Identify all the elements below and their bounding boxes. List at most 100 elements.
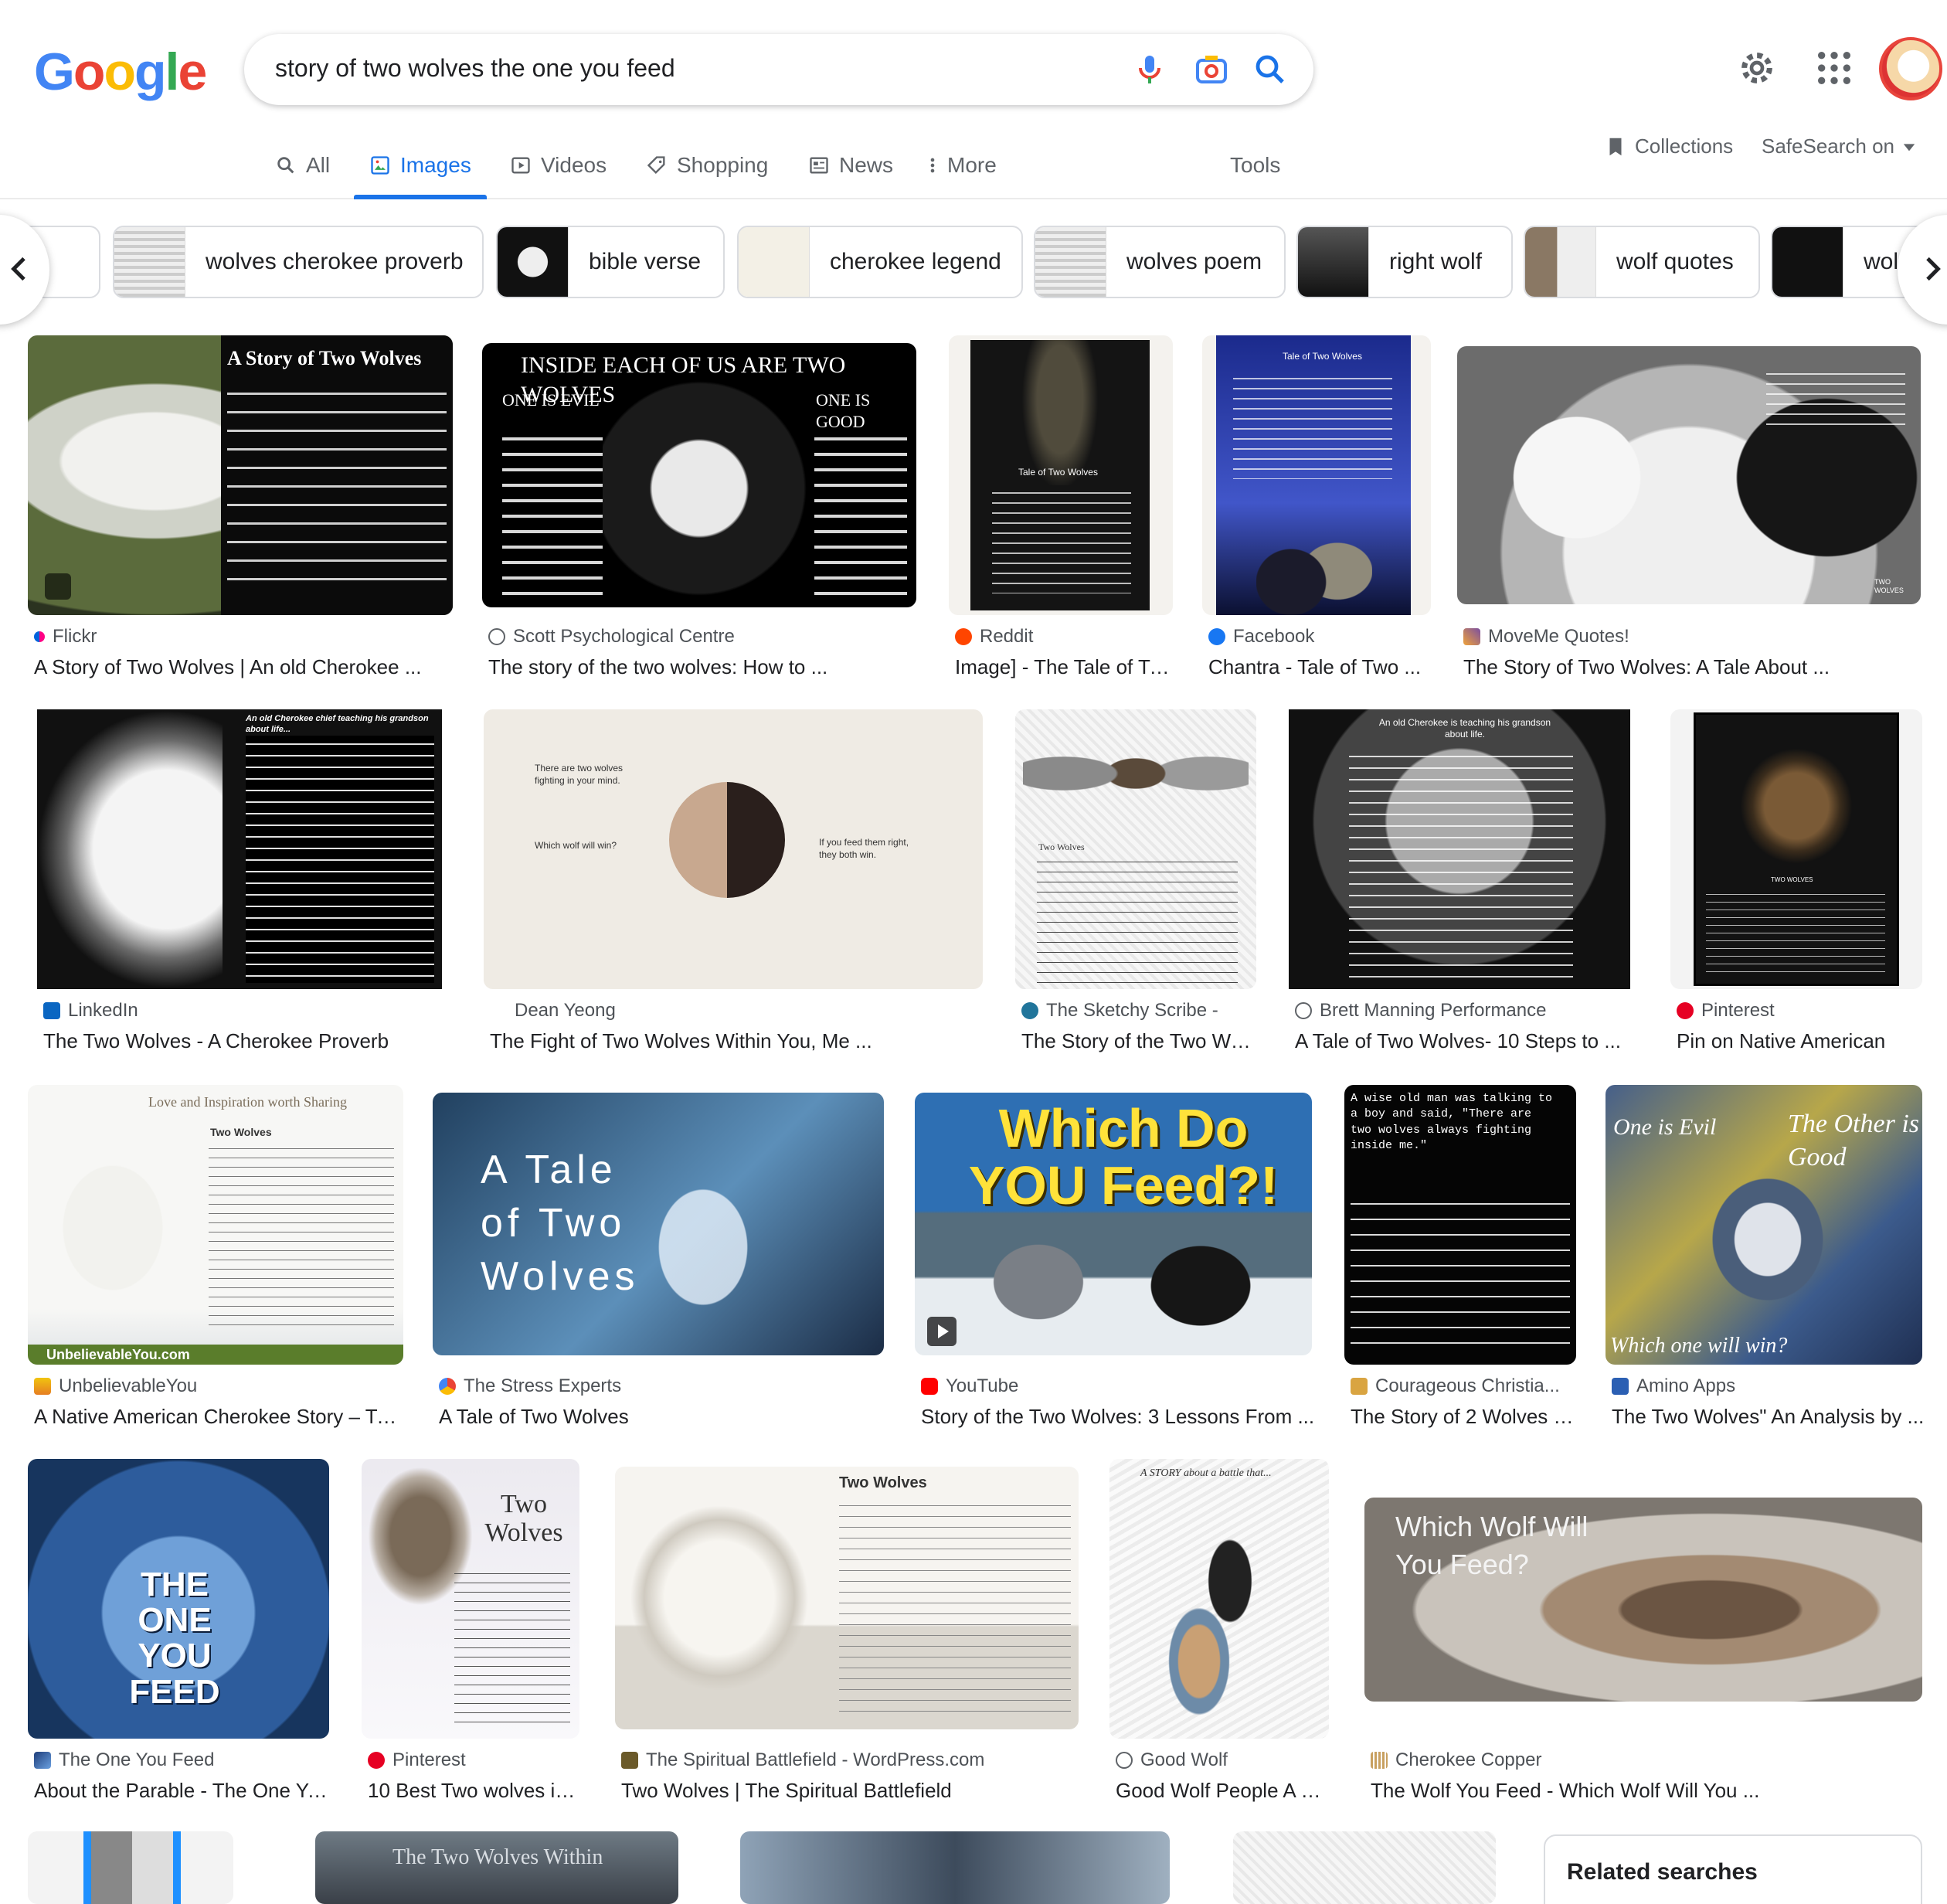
source-name: Dean Yeong: [515, 1000, 616, 1021]
result-thumbnail[interactable]: A STORY about a battle that...: [1109, 1459, 1329, 1739]
result-source[interactable]: Reddit: [955, 626, 1033, 648]
result-thumbnail[interactable]: Two Wolves: [362, 1459, 579, 1739]
tools-button[interactable]: Tools: [1230, 139, 1280, 199]
source-name: Pinterest: [392, 1749, 466, 1770]
result-title[interactable]: Story of the Two Wolves: 3 Lessons From …: [921, 1405, 1315, 1429]
result-source[interactable]: Facebook: [1208, 626, 1314, 648]
result-source[interactable]: Courageous Christia...: [1351, 1375, 1560, 1397]
tab-news[interactable]: News: [808, 139, 893, 199]
tab-videos[interactable]: Videos: [510, 139, 607, 199]
result-thumbnail[interactable]: Which Do YOU Feed?!: [915, 1093, 1312, 1355]
result-thumbnail[interactable]: One is Evil The Other is Good Which one …: [1606, 1085, 1922, 1365]
result-title[interactable]: A Story of Two Wolves | An old Cherokee …: [34, 655, 443, 679]
result-thumbnail[interactable]: An old Cherokee chief teaching his grand…: [37, 709, 442, 989]
result-source[interactable]: LinkedIn: [43, 1000, 138, 1022]
result-title[interactable]: The Story of Two Wolves: A Tale About ..…: [1463, 655, 1919, 679]
result-title[interactable]: The Story of 2 Wolves Fi...: [1351, 1405, 1579, 1429]
result-source[interactable]: Pinterest: [368, 1749, 466, 1771]
tab-shopping[interactable]: Shopping: [646, 139, 768, 199]
result-title[interactable]: Image] - The Tale of Tw...: [955, 655, 1173, 679]
result-thumbnail[interactable]: An old Cherokee is teaching his grandson…: [1289, 709, 1630, 989]
result-title[interactable]: The story of the two wolves: How to ...: [488, 655, 913, 679]
pinterest-favicon-icon: [368, 1752, 385, 1769]
image-body-text: [227, 382, 447, 583]
settings-gear-icon[interactable]: [1735, 46, 1779, 90]
result-thumbnail[interactable]: [1233, 1831, 1496, 1904]
tab-images[interactable]: Images: [354, 139, 487, 199]
black-wolf: [1123, 1224, 1278, 1348]
result-source[interactable]: The Sketchy Scribe -: [1021, 1000, 1218, 1022]
result-title[interactable]: 10 Best Two wolves id...: [368, 1779, 583, 1803]
result-source[interactable]: Flickr: [34, 626, 97, 648]
result-thumbnail[interactable]: Tale of Two Wolves: [949, 335, 1173, 615]
result-title[interactable]: A Native American Cherokee Story – Tw...: [34, 1405, 406, 1429]
result-thumbnail[interactable]: A wise old man was talking to a boy and …: [1344, 1085, 1576, 1365]
result-source[interactable]: Cherokee Copper: [1371, 1749, 1541, 1771]
chip-wolves-cherokee-proverb[interactable]: wolves cherokee proverb: [113, 226, 484, 298]
result-title[interactable]: A Tale of Two Wolves: [439, 1405, 887, 1429]
tab-more[interactable]: More: [927, 139, 997, 199]
microphone-icon[interactable]: [1131, 51, 1168, 88]
related-searches-card[interactable]: Related searches: [1544, 1834, 1922, 1904]
search-icon[interactable]: [1252, 51, 1289, 88]
google-logo[interactable]: Google: [34, 42, 207, 102]
result-source[interactable]: UnbelievableYou: [34, 1375, 197, 1397]
result-source[interactable]: MoveMe Quotes!: [1463, 626, 1629, 648]
result-thumbnail[interactable]: A Story of Two Wolves: [28, 335, 453, 615]
search-box[interactable]: story of two wolves the one you feed: [244, 34, 1313, 105]
result-source[interactable]: Pinterest: [1677, 1000, 1775, 1022]
result-thumbnail[interactable]: TWO WOLVES: [1457, 346, 1921, 604]
result-title[interactable]: The Two Wolves" An Analysis by ...: [1612, 1405, 1925, 1429]
result-title[interactable]: Pin on Native American: [1677, 1029, 1925, 1053]
result-thumbnail[interactable]: Two Wolves: [1015, 709, 1256, 989]
result-title[interactable]: The Fight of Two Wolves Within You, Me .…: [490, 1029, 953, 1053]
result-source[interactable]: Brett Manning Performance: [1295, 1000, 1546, 1022]
result-thumbnail[interactable]: A Tale of Two Wolves: [433, 1093, 884, 1355]
chip-wolf-quotes[interactable]: wolf quotes: [1524, 226, 1760, 298]
chip-wolves-poem[interactable]: wolves poem: [1034, 226, 1286, 298]
result-thumbnail[interactable]: [740, 1831, 1170, 1904]
camera-lens-icon[interactable]: [1193, 51, 1230, 88]
result-source[interactable]: The One You Feed: [34, 1749, 215, 1771]
image-right-heading: ONE IS GOOD: [816, 390, 871, 431]
result-thumbnail[interactable]: THE ONE YOU FEED: [28, 1459, 329, 1739]
safesearch-dropdown[interactable]: SafeSearch on: [1762, 134, 1916, 158]
result-thumbnail[interactable]: TWO WOLVES: [1670, 709, 1922, 989]
result-thumbnail[interactable]: INSIDE EACH OF US ARE TWO WOLVES ONE IS …: [482, 343, 916, 607]
tab-all[interactable]: All: [275, 139, 330, 199]
result-thumbnail[interactable]: There are two wolves fighting in your mi…: [484, 709, 983, 989]
chip-cherokee-legend[interactable]: cherokee legend: [737, 226, 1023, 298]
apps-grid-icon[interactable]: [1813, 46, 1856, 90]
chip-right-wolf[interactable]: right wolf: [1296, 226, 1513, 298]
result-title[interactable]: The Story of the Two Wol...: [1021, 1029, 1253, 1053]
tab-all-label: All: [306, 153, 331, 177]
search-input[interactable]: story of two wolves the one you feed: [275, 54, 675, 83]
result-title[interactable]: About the Parable - The One You...: [34, 1779, 332, 1803]
result-title[interactable]: A Tale of Two Wolves- 10 Steps to ...: [1295, 1029, 1633, 1053]
result-title[interactable]: The Two Wolves - A Cherokee Proverb: [43, 1029, 445, 1053]
result-source[interactable]: The Spiritual Battlefield - WordPress.co…: [621, 1749, 984, 1771]
result-source[interactable]: YouTube: [921, 1375, 1018, 1397]
result-thumbnail[interactable]: Love and Inspiration worth Sharing Two W…: [28, 1085, 403, 1365]
image-caption: THE ONE YOU FEED: [129, 1566, 220, 1711]
result-source[interactable]: The Stress Experts: [439, 1375, 621, 1397]
result-title[interactable]: Two Wolves | The Spiritual Battlefield: [621, 1779, 1082, 1803]
account-avatar[interactable]: [1879, 37, 1942, 100]
result-source[interactable]: Dean Yeong: [490, 1000, 616, 1022]
result-title[interactable]: The Wolf You Feed - Which Wolf Will You …: [1371, 1779, 1925, 1803]
result-thumbnail[interactable]: The Two Wolves Within: [315, 1831, 678, 1904]
collections-link[interactable]: Collections: [1604, 134, 1733, 158]
result-thumbnail[interactable]: Tale of Two Wolves: [1202, 335, 1431, 615]
result-title[interactable]: Chantra - Tale of Two ...: [1208, 655, 1432, 679]
result-source[interactable]: Scott Psychological Centre: [488, 626, 735, 648]
result-title[interactable]: Good Wolf People A St...: [1116, 1779, 1332, 1803]
wolf-pair-art: [1740, 748, 1853, 864]
image-footer-text: UnbelievableYou.com: [46, 1347, 190, 1362]
reddit-favicon-icon: [955, 628, 972, 645]
chip-bible-verse[interactable]: bible verse: [496, 226, 725, 298]
result-thumbnail[interactable]: [28, 1831, 233, 1904]
result-source[interactable]: Good Wolf: [1116, 1749, 1228, 1771]
result-thumbnail[interactable]: Two Wolves: [615, 1467, 1079, 1729]
result-source[interactable]: Amino Apps: [1612, 1375, 1735, 1397]
result-thumbnail[interactable]: Which Wolf Will You Feed?: [1364, 1498, 1922, 1702]
